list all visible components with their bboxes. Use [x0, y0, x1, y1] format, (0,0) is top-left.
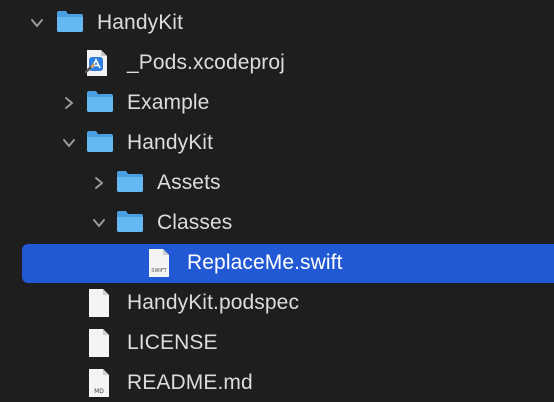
tree-row-label: Example	[127, 91, 210, 114]
tree-row-label: Classes	[157, 211, 233, 234]
tree-row-handykit-root[interactable]: HandyKit	[0, 3, 554, 43]
folder-icon	[116, 169, 144, 193]
tree-row-handykit-folder[interactable]: HandyKit	[0, 123, 554, 163]
swift-file-icon: SWIFT	[147, 248, 171, 278]
chevron-down-icon[interactable]	[62, 136, 76, 150]
xcodeproj-icon	[85, 49, 109, 77]
file-icon	[87, 288, 111, 318]
tree-row-label: HandyKit	[127, 131, 214, 154]
folder-icon	[86, 129, 114, 153]
file-tree: HandyKit _Pods.xcodeproj Example HandyKi…	[0, 0, 554, 402]
markdown-file-icon-caption: MD	[94, 388, 104, 395]
tree-row-pods-xcodeproj[interactable]: _Pods.xcodeproj	[0, 43, 554, 83]
tree-row-example[interactable]: Example	[0, 83, 554, 123]
chevron-right-icon[interactable]	[62, 96, 76, 110]
swift-file-icon-caption: SWIFT	[151, 268, 167, 274]
tree-row-label: _Pods.xcodeproj	[127, 51, 285, 74]
tree-row-label: README.md	[127, 371, 253, 394]
folder-icon	[56, 9, 84, 33]
tree-row-label: LICENSE	[127, 331, 218, 354]
tree-row-classes[interactable]: Classes	[0, 203, 554, 243]
chevron-right-icon[interactable]	[92, 176, 106, 190]
tree-row-label: HandyKit.podspec	[127, 291, 300, 314]
tree-row-license[interactable]: LICENSE	[0, 323, 554, 363]
tree-row-label: HandyKit	[97, 11, 184, 34]
folder-icon	[86, 89, 114, 113]
tree-row-assets[interactable]: Assets	[0, 163, 554, 203]
file-icon	[87, 328, 111, 358]
tree-row-replaceme-swift[interactable]: SWIFT ReplaceMe.swift	[0, 243, 554, 283]
chevron-down-icon[interactable]	[92, 216, 106, 230]
tree-row-handykit-podspec[interactable]: HandyKit.podspec	[0, 283, 554, 323]
tree-row-readme-md[interactable]: MD README.md	[0, 363, 554, 402]
chevron-down-icon[interactable]	[30, 16, 44, 30]
markdown-file-icon: MD	[87, 368, 111, 398]
tree-row-label: Assets	[157, 171, 221, 194]
folder-icon	[116, 209, 144, 233]
tree-row-label: ReplaceMe.swift	[187, 251, 343, 274]
